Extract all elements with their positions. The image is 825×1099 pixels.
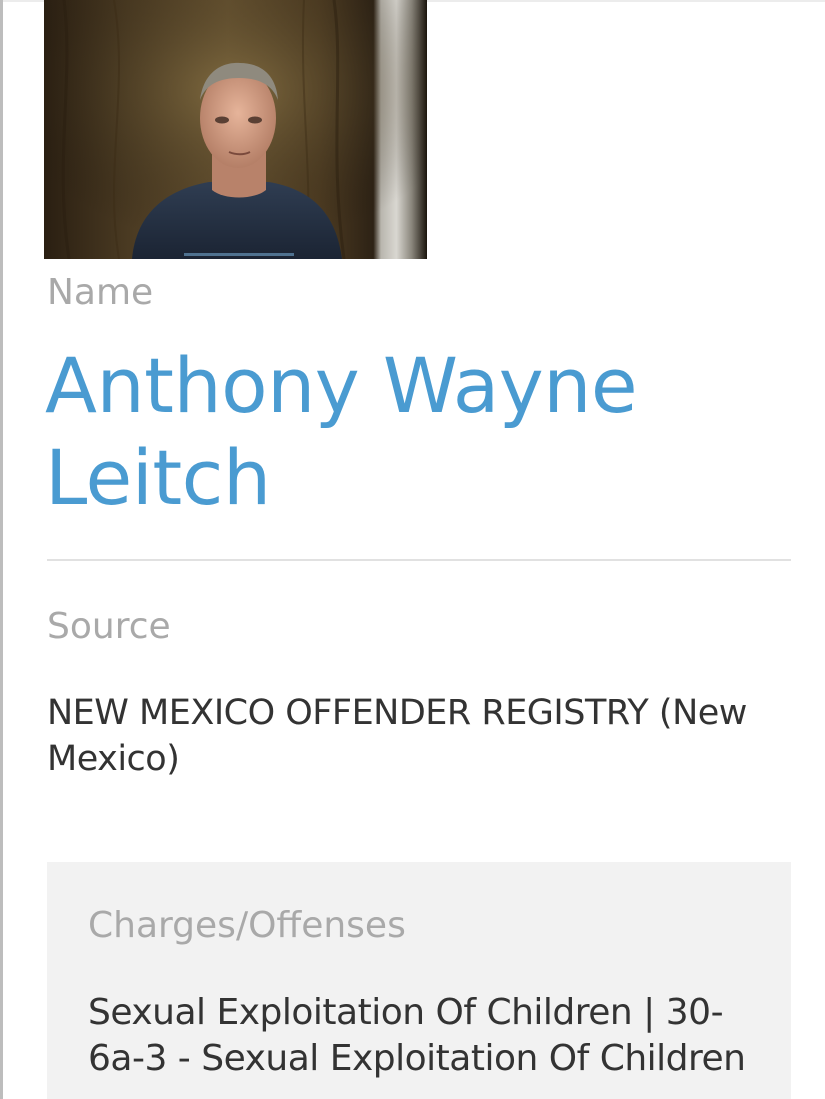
section-divider	[47, 559, 791, 561]
person-name: Anthony Wayne Leitch	[45, 341, 638, 522]
person-photo	[44, 0, 427, 259]
charges-label: Charges/Offenses	[88, 905, 406, 946]
charges-panel: Charges/Offenses Sexual Exploitation Of …	[47, 862, 791, 1099]
offender-profile-page: Name Anthony Wayne Leitch Source NEW MEX…	[0, 0, 825, 1099]
person-photo-icon	[44, 0, 427, 259]
charges-value: Sexual Exploitation Of Children | 30-6a-…	[88, 992, 746, 1079]
source-value: NEW MEXICO OFFENDER REGISTRY (New Mexico…	[47, 693, 747, 779]
name-label: Name	[47, 272, 154, 313]
source-label: Source	[47, 606, 171, 647]
